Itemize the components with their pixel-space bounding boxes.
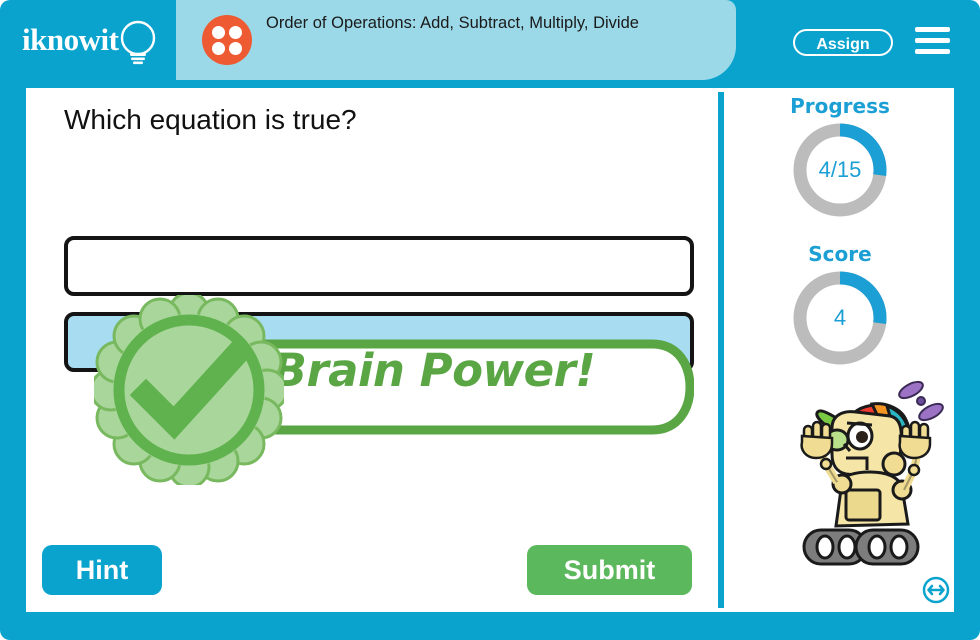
content-stage: Which equation is true? Brain Power! Hin… xyxy=(26,88,954,612)
answer-option[interactable] xyxy=(64,312,694,372)
four-dot-circle-icon xyxy=(202,15,252,65)
panel-divider xyxy=(718,92,724,608)
iknowit-quiz-app: iknowit Order of Operations: Add, Subtra… xyxy=(0,0,980,640)
logo-wordmark: iknowit xyxy=(22,22,119,57)
submit-button[interactable]: Submit xyxy=(527,545,692,595)
lesson-title-band: Order of Operations: Add, Subtract, Mult… xyxy=(176,0,736,80)
progress-value: 4/15 xyxy=(818,157,862,182)
score-value: 4 xyxy=(833,305,847,330)
hamburger-menu-icon[interactable] xyxy=(915,27,950,55)
score-label: Score xyxy=(808,242,872,266)
score-ring: 4 xyxy=(790,268,890,368)
progress-meter: Progress 4/15 xyxy=(726,94,954,220)
sidebar: Progress 4/15 Score 4 xyxy=(726,88,954,612)
hint-button[interactable]: Hint xyxy=(42,545,162,595)
resize-horizontal-icon[interactable] xyxy=(922,576,950,604)
assign-button[interactable]: Assign xyxy=(793,29,893,56)
iknowit-logo[interactable]: iknowit xyxy=(22,14,172,66)
app-header: iknowit Order of Operations: Add, Subtra… xyxy=(0,0,980,80)
progress-ring: 4/15 xyxy=(790,120,890,220)
lightbulb-icon xyxy=(120,20,156,65)
content-frame: Which equation is true? Brain Power! Hin… xyxy=(0,80,980,640)
progress-label: Progress xyxy=(790,94,890,118)
page-title: Which equation is true? xyxy=(64,104,357,135)
answer-option[interactable] xyxy=(64,236,694,296)
robot-mascot-icon xyxy=(800,380,944,566)
score-meter: Score 4 xyxy=(726,242,954,368)
lesson-title: Order of Operations: Add, Subtract, Mult… xyxy=(266,14,639,32)
answer-options-list xyxy=(64,236,694,372)
